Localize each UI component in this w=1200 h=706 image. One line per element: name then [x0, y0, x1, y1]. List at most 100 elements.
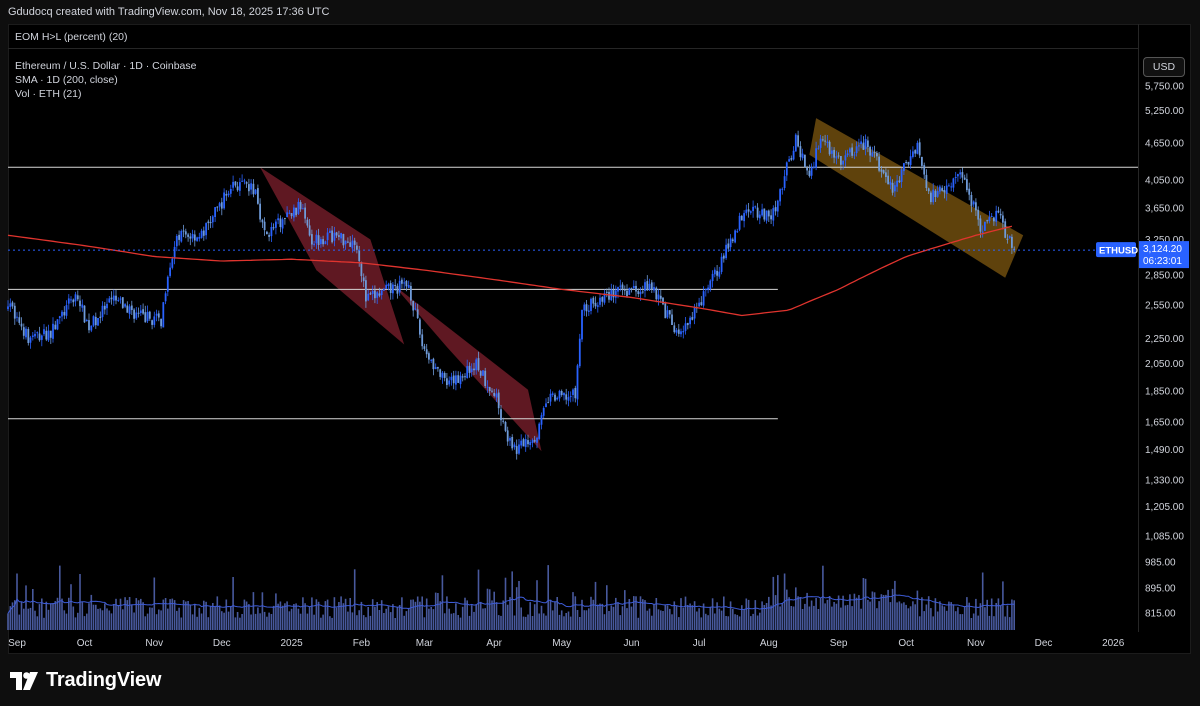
- candle-body: [560, 391, 563, 395]
- candle-body: [205, 223, 207, 236]
- candle-body: [585, 304, 588, 312]
- candle-body: [576, 365, 579, 400]
- volume-bar: [558, 614, 561, 630]
- candle-body: [484, 370, 487, 386]
- candle-body: [252, 183, 255, 195]
- volume-bar: [383, 613, 385, 630]
- candle-body: [637, 291, 640, 294]
- volume-bar: [666, 605, 669, 630]
- volume-bar: [927, 596, 930, 630]
- candle-body: [554, 394, 556, 401]
- volume-bar: [826, 599, 829, 630]
- price-chart[interactable]: 5,750.00 5,250.00 4,650.00 4,050.00 3,650.00…: [0, 0, 1200, 706]
- candle-body: [396, 285, 399, 294]
- volume-bar: [236, 612, 239, 630]
- channel-red-1[interactable]: [260, 167, 405, 345]
- volume-bar: [439, 601, 441, 630]
- volume-bar: [423, 617, 426, 630]
- candle-body: [954, 177, 957, 178]
- volume-bar: [209, 606, 212, 630]
- volume-bar: [648, 608, 651, 630]
- candle-body: [243, 180, 246, 182]
- sma-200-line[interactable]: [7, 225, 1013, 317]
- volume-bar: [761, 601, 763, 630]
- candle-body: [394, 285, 397, 286]
- volume-bar: [741, 605, 743, 630]
- volume-bar: [540, 605, 543, 630]
- volume-bar: [813, 605, 815, 630]
- candle-body: [747, 209, 750, 212]
- volume-bar: [522, 616, 525, 630]
- candle-body: [655, 287, 658, 300]
- candle-body: [538, 423, 541, 439]
- candle-body: [594, 302, 597, 307]
- candle-body: [758, 214, 761, 219]
- candle-body: [950, 186, 953, 188]
- volume-bar: [194, 603, 196, 630]
- volume-bar: [257, 607, 259, 630]
- volume-bar: [90, 594, 93, 630]
- candle-body: [342, 234, 345, 246]
- candle-body: [286, 212, 288, 217]
- candle-body: [713, 269, 716, 275]
- volume-bar: [858, 595, 860, 630]
- candle-body: [275, 221, 277, 228]
- volume-bar: [207, 617, 210, 630]
- volume-bar: [810, 600, 813, 630]
- volume-bar: [243, 599, 246, 630]
- volume-bar: [1013, 600, 1015, 630]
- candle-body: [477, 358, 480, 371]
- x-tick-label: 2025: [280, 638, 303, 649]
- candle-body: [284, 218, 286, 219]
- volume-bar: [1008, 617, 1011, 630]
- candle-body: [639, 291, 642, 295]
- volume-bar: [891, 588, 894, 630]
- candle-body: [497, 392, 500, 409]
- volume-bar: [214, 606, 216, 630]
- volume-bar: [198, 607, 201, 630]
- volume-bar: [542, 613, 545, 630]
- volume-bar: [655, 598, 658, 630]
- volume-bar: [315, 599, 318, 630]
- volume-bar: [83, 616, 86, 630]
- candle-body: [121, 297, 124, 308]
- x-tick-label: Nov: [967, 638, 985, 649]
- candle-body: [819, 138, 822, 148]
- candle-body: [680, 331, 682, 335]
- volume-bar: [608, 611, 610, 630]
- candle-body: [47, 330, 50, 341]
- x-tick-label: Feb: [353, 638, 371, 649]
- candle-body: [108, 298, 111, 303]
- candle-body: [1006, 238, 1009, 240]
- candle-body: [664, 303, 667, 319]
- candle-body: [20, 323, 23, 327]
- candle-body: [871, 152, 874, 157]
- candle-body: [369, 293, 372, 295]
- countdown-value: 06:23:01: [1143, 256, 1182, 267]
- candle-body: [83, 305, 86, 323]
- candle-body: [450, 376, 453, 381]
- x-tick-label: Mar: [416, 638, 434, 649]
- candle-body: [876, 153, 878, 157]
- volume-bar: [644, 600, 646, 630]
- volume-bar: [970, 618, 973, 630]
- volume-bar: [606, 585, 608, 630]
- candle-body: [112, 295, 115, 301]
- volume-bar: [869, 601, 871, 630]
- candle-body: [387, 284, 390, 286]
- volume-bar: [808, 606, 811, 630]
- candle-body: [452, 375, 455, 384]
- volume-bar: [851, 606, 853, 630]
- volume-bar: [326, 599, 329, 630]
- volume-bar: [117, 605, 120, 630]
- volume-bar: [77, 612, 79, 630]
- tradingview-logo[interactable]: TradingView: [10, 669, 161, 692]
- candle-body: [673, 325, 676, 333]
- candle-body: [896, 180, 898, 187]
- candle-body: [738, 215, 741, 230]
- volume-bar: [590, 596, 592, 630]
- candle-body: [277, 218, 279, 221]
- y-tick-label: 1,850.00: [1145, 387, 1184, 398]
- candle-body: [745, 209, 748, 214]
- y-axis-ticks: 5,750.00 5,250.00 4,650.00 4,050.00 3,650.00…: [1145, 81, 1184, 619]
